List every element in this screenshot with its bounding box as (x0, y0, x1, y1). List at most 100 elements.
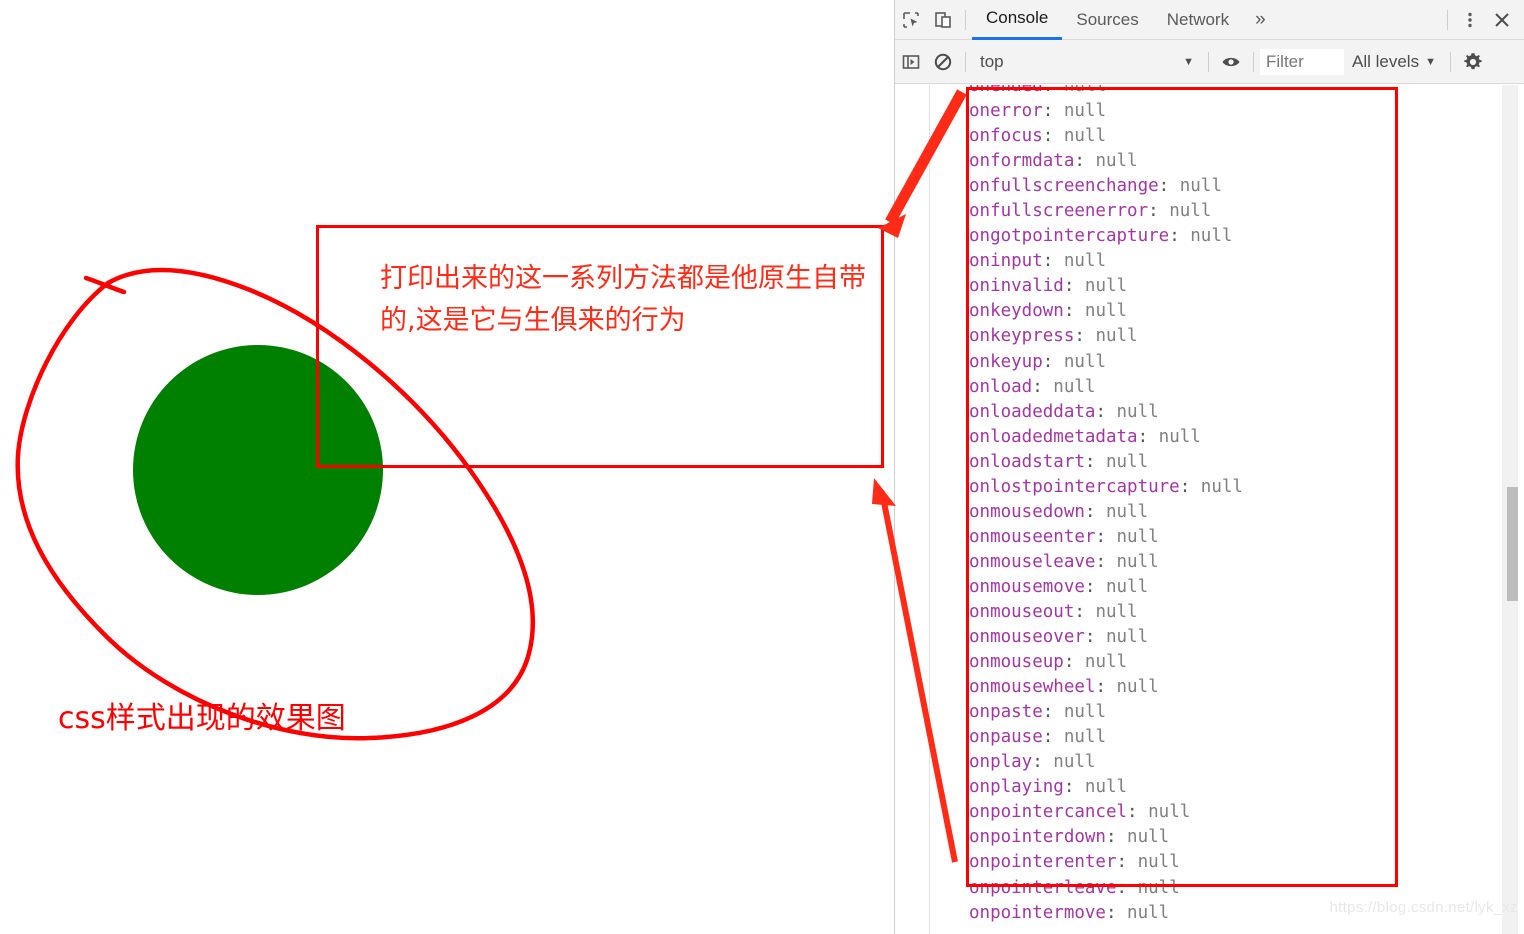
console-property-value: null (1084, 301, 1128, 322)
console-property-row: onpointerdown: null (969, 825, 1243, 850)
console-property-value: null (1084, 652, 1128, 673)
console-property-row: onmousemove: null (969, 575, 1243, 600)
log-levels-value: All levels (1352, 51, 1420, 71)
console-property-value: null (1084, 276, 1128, 297)
console-property-row: onformdata: null (969, 149, 1243, 174)
console-property-value: null (1158, 426, 1201, 447)
console-property-row: oninvalid: null (969, 274, 1243, 299)
console-sidebar-icon[interactable] (895, 47, 927, 77)
console-property-value: null (1105, 501, 1149, 522)
console-property-name: onmouseover (969, 627, 1085, 648)
console-property-name: onfullscreenerror (969, 201, 1149, 222)
console-property-name: onloadedmetadata (969, 426, 1138, 447)
console-property-name: onload (969, 376, 1033, 397)
console-property-name: onfocus (969, 126, 1043, 147)
console-property-separator: : (1042, 101, 1064, 122)
console-property-row: oninput: null (969, 249, 1243, 274)
devtools-panel: Console Sources Network » top ▼ Filter A… (894, 0, 1524, 934)
tab-console-label: Console (986, 8, 1049, 27)
console-property-separator: : (1116, 852, 1138, 873)
console-property-name: onkeydown (969, 301, 1064, 322)
tabbar-right-divider (1447, 9, 1448, 30)
kebab-menu-icon[interactable] (1454, 5, 1486, 35)
log-levels-select[interactable]: All levels ▼ (1344, 52, 1444, 72)
console-property-value: null (1063, 727, 1106, 748)
console-property-value: null (1179, 176, 1222, 197)
console-property-row: onmouseenter: null (969, 525, 1243, 550)
console-property-name: onplay (969, 752, 1033, 773)
console-property-separator: : (1137, 426, 1159, 447)
console-property-separator: : (1084, 627, 1106, 648)
console-property-value: null (1137, 852, 1180, 873)
console-property-list: onended: null onerror: null onfocus: null o… (969, 85, 1243, 926)
console-property-name: onpaste (969, 702, 1043, 723)
console-property-separator: : (1148, 201, 1170, 222)
console-property-row: onfullscreenerror: null (969, 199, 1243, 224)
console-property-name: onmousewheel (969, 677, 1096, 698)
tab-console[interactable]: Console (972, 0, 1063, 40)
console-property-name: onkeypress (969, 326, 1075, 347)
console-property-row: onended: null (969, 85, 1243, 99)
console-property-value: null (1116, 551, 1159, 572)
close-icon[interactable] (1486, 5, 1518, 35)
console-property-row: onpointermove: null (969, 901, 1243, 926)
console-property-name: ongotpointercapture (969, 226, 1170, 247)
console-property-separator: : (1032, 376, 1054, 397)
clear-console-icon[interactable] (927, 47, 959, 77)
live-expression-icon[interactable] (1215, 47, 1247, 77)
console-property-name: onpointerenter (969, 852, 1117, 873)
console-property-name: oninput (969, 251, 1043, 272)
console-property-value: null (1127, 902, 1170, 923)
console-property-row: onloadeddata: null (969, 400, 1243, 425)
console-property-separator: : (1032, 752, 1054, 773)
filter-input[interactable] (1260, 48, 1344, 75)
console-output-area[interactable]: onended: null onerror: null onfocus: null o… (895, 85, 1524, 934)
console-property-name: oninvalid (969, 276, 1064, 297)
console-property-row: onload: null (969, 375, 1243, 400)
console-property-value: null (1095, 151, 1138, 172)
console-property-value: null (1063, 251, 1106, 272)
console-property-name: onmouseleave (969, 551, 1096, 572)
console-property-separator: : (1095, 401, 1117, 422)
console-property-value: null (1116, 526, 1159, 547)
console-property-row: onfullscreenchange: null (969, 174, 1243, 199)
console-property-separator: : (1105, 827, 1128, 848)
console-property-separator: : (1063, 777, 1085, 798)
console-property-name: onpointerleave (969, 877, 1117, 898)
console-property-value: null (1084, 777, 1128, 798)
console-property-name: onformdata (969, 151, 1075, 172)
console-property-separator: : (1127, 802, 1149, 823)
console-scrollbar-thumb[interactable] (1507, 487, 1518, 601)
console-property-separator: : (1042, 351, 1064, 372)
tab-sources[interactable]: Sources (1062, 0, 1152, 40)
more-tabs-icon[interactable]: » (1243, 0, 1278, 40)
console-property-row: onpointerleave: null (969, 876, 1243, 901)
filterbar-divider-1 (965, 51, 966, 72)
gear-icon[interactable] (1457, 47, 1489, 77)
console-property-value: null (1053, 752, 1096, 773)
console-property-name: onpointercancel (969, 802, 1128, 823)
device-toolbar-icon[interactable] (927, 5, 959, 35)
console-property-value: null (1200, 476, 1243, 497)
inspect-element-icon[interactable] (895, 5, 927, 35)
console-property-row: onkeydown: null (969, 299, 1243, 324)
console-property-row: onloadstart: null (969, 450, 1243, 475)
devtools-tabbar: Console Sources Network » (895, 0, 1524, 40)
annotation-callout-text: 打印出来的这一系列方法都是他原生自带的,这是它与生俱来的行为 (380, 263, 866, 336)
console-property-separator: : (1074, 326, 1096, 347)
console-property-name: onpointermove (969, 902, 1106, 923)
console-property-separator: : (1074, 601, 1096, 622)
console-property-row: onpointercancel: null (969, 800, 1243, 825)
filterbar-divider-2 (1208, 51, 1209, 72)
console-property-row: onfocus: null (969, 124, 1243, 149)
chevron-down-icon: ▼ (1183, 55, 1194, 68)
console-property-value: null (1116, 401, 1159, 422)
console-property-row: onkeypress: null (969, 324, 1243, 349)
console-property-name: onloadeddata (969, 401, 1096, 422)
console-property-separator: : (1084, 576, 1106, 597)
console-property-row: onpaste: null (969, 700, 1243, 725)
tab-network[interactable]: Network (1153, 0, 1243, 40)
execution-context-select[interactable]: top ▼ (972, 48, 1202, 76)
console-property-value: null (1137, 877, 1180, 898)
console-property-value: null (1105, 627, 1149, 648)
